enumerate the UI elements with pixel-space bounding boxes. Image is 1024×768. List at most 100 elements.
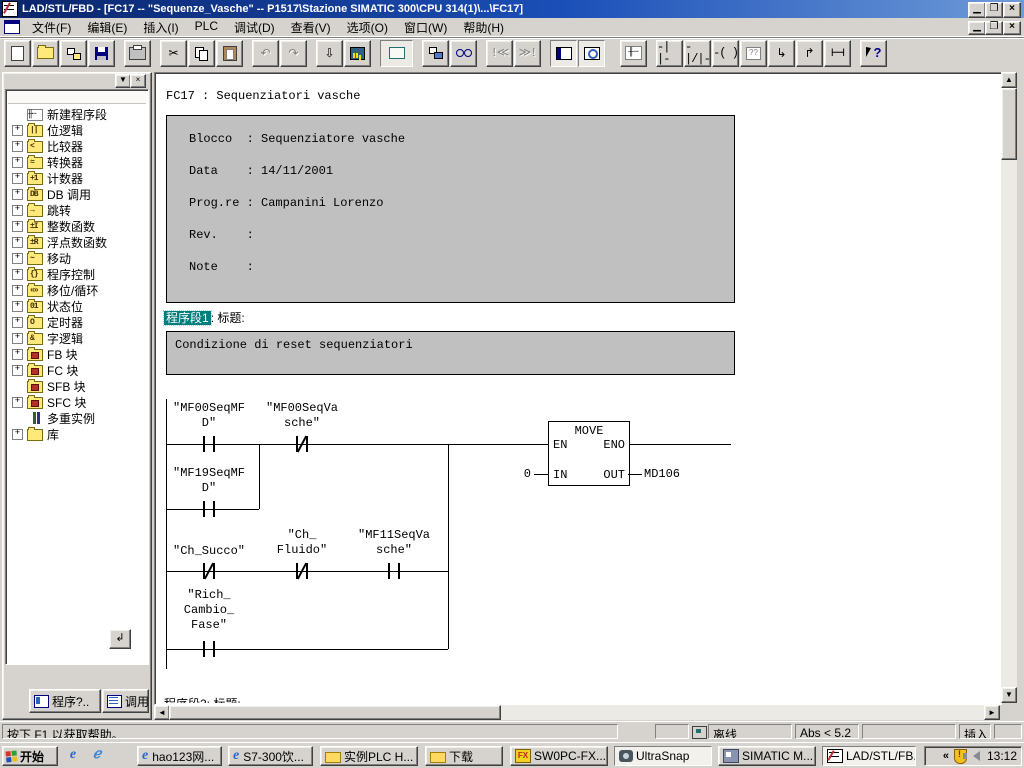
empty-box-button[interactable]: ?? xyxy=(740,40,767,67)
move-in-operand[interactable]: 0 xyxy=(505,467,531,481)
print-button[interactable] xyxy=(124,40,151,67)
tree-item-程序控制[interactable]: +{}程序控制 xyxy=(6,266,148,282)
download-blocks-button[interactable] xyxy=(60,40,87,67)
rail-button[interactable]: ⊢⊣ xyxy=(824,40,851,67)
tree-expand-icon[interactable]: + xyxy=(12,141,23,152)
menu-item-4[interactable]: PLC xyxy=(187,17,226,38)
tree-expand-icon[interactable]: + xyxy=(12,269,23,280)
new-network-button[interactable]: ╫┄ xyxy=(620,40,647,67)
contact-no-button[interactable]: -| |- xyxy=(656,40,683,67)
next-network-clipped[interactable]: 程序段2: 标题: xyxy=(164,695,241,703)
scroll-up-icon[interactable]: ▲ xyxy=(1001,72,1017,88)
quicklaunch-desktop-icon[interactable]: ℯ xyxy=(88,747,106,765)
paste-button[interactable] xyxy=(216,40,243,67)
contact-no-mf00seqmfd[interactable] xyxy=(200,436,218,452)
plc-download-button[interactable]: ⇩ xyxy=(316,40,343,67)
horizontal-scroll-thumb[interactable] xyxy=(169,705,501,720)
quicklaunch-ie-icon[interactable]: e xyxy=(64,747,82,765)
tree-item-移位/循环[interactable]: +«»移位/循环 xyxy=(6,282,148,298)
undo-button[interactable]: ↶ xyxy=(252,40,279,67)
tree-expand-icon[interactable]: + xyxy=(12,285,23,296)
new-button[interactable] xyxy=(4,40,31,67)
cut-button[interactable]: ✂ xyxy=(160,40,187,67)
tree-expand-icon[interactable]: + xyxy=(12,253,23,264)
goto-next-error-button[interactable]: ≫! xyxy=(514,40,541,67)
coil-button[interactable]: -( ) xyxy=(712,40,739,67)
scroll-down-icon[interactable]: ▼ xyxy=(1001,687,1017,703)
menu-item-5[interactable]: 调试(D) xyxy=(226,17,283,38)
window-restore-button[interactable]: ❐ xyxy=(985,2,1003,18)
network-number[interactable]: 程序段1 xyxy=(164,311,211,325)
tree-expand-icon[interactable]: + xyxy=(12,205,23,216)
window-minimize-button[interactable]: ▁ xyxy=(968,2,986,18)
move-box[interactable]: MOVE EN ENO IN OUT xyxy=(548,421,630,486)
contact-label-rich-cambio-fase[interactable]: "Rich_ Cambio_ Fase" xyxy=(184,588,234,633)
tree-expand-icon[interactable]: + xyxy=(12,301,23,312)
contact-label-mf19seqmfd[interactable]: "MF19SeqMF D" xyxy=(173,466,245,496)
tree-item-跳转[interactable]: +→跳转 xyxy=(6,202,148,218)
tree-item-位逻辑[interactable]: +||位逻辑 xyxy=(6,122,148,138)
contact-no-mf11seqvasche[interactable] xyxy=(385,563,403,579)
monitor-variable-button[interactable] xyxy=(344,40,371,67)
tree-expand-icon[interactable]: + xyxy=(12,333,23,344)
tree-item-移动[interactable]: +~移动 xyxy=(6,250,148,266)
tree-item-计数器[interactable]: ++1计数器 xyxy=(6,170,148,186)
tree-item-浮点数函数[interactable]: +±R浮点数函数 xyxy=(6,234,148,250)
taskbar-button-S7-300饮...[interactable]: eS7-300饮... xyxy=(228,746,313,766)
menu-item-2[interactable]: 编辑(E) xyxy=(79,17,135,38)
menu-item-7[interactable]: 选项(O) xyxy=(339,17,396,38)
mdi-child-icon[interactable] xyxy=(4,20,20,34)
scroll-left-icon[interactable]: ◄ xyxy=(154,705,170,720)
taskbar-button-SIMATIC M...[interactable]: SIMATIC M... xyxy=(718,746,816,766)
tree-item-状态位[interactable]: +01状态位 xyxy=(6,298,148,314)
contact-nc-button[interactable]: -|/|- xyxy=(684,40,711,67)
contact-no-rich-cambio-fase[interactable] xyxy=(200,641,218,657)
tree-item-多重实例[interactable]: +多重实例 xyxy=(6,410,148,426)
contact-nc-mf00seqvasche[interactable] xyxy=(293,436,311,452)
tab-call-structure[interactable]: 调用 xyxy=(102,689,149,713)
contact-no-mf19seqmfd[interactable] xyxy=(200,501,218,517)
window-close-button[interactable]: × xyxy=(1003,2,1021,18)
tree-expand-icon[interactable]: + xyxy=(12,221,23,232)
contact-label-ch-succo[interactable]: "Ch_Succo" xyxy=(173,544,245,559)
contact-nc-ch-succo[interactable] xyxy=(200,563,218,579)
taskbar-button-实例PLC H...[interactable]: 实例PLC H... xyxy=(320,746,418,766)
panel-dropdown-icon[interactable]: ▼ xyxy=(115,74,131,88)
overview-toggle[interactable] xyxy=(550,40,577,67)
tree-item-比较器[interactable]: +<比较器 xyxy=(6,138,148,154)
monitor-toggle[interactable] xyxy=(450,40,477,67)
tree-item-DB 调用[interactable]: +DBDB 调用 xyxy=(6,186,148,202)
copy-button[interactable] xyxy=(188,40,215,67)
move-out-operand[interactable]: MD106 xyxy=(644,467,680,481)
block-comment-box[interactable]: Blocco : Sequenziatore vascheData : 14/1… xyxy=(166,115,735,303)
network-header[interactable]: 程序段1: 标题: xyxy=(164,309,245,326)
contact-label-mf00seqvasche[interactable]: "MF00SeqVa sche" xyxy=(266,401,338,431)
title-bar[interactable]: LAD/STL/FBD - [FC17 -- "Sequenze_Vasche"… xyxy=(0,0,1024,18)
close-branch-button[interactable]: ↱ xyxy=(796,40,823,67)
detail-view-toggle[interactable] xyxy=(578,40,605,67)
vertical-scroll-thumb[interactable] xyxy=(1001,88,1017,160)
panel-close-icon[interactable]: × xyxy=(130,74,146,88)
contact-label-mf00seqmfd[interactable]: "MF00SeqMF D" xyxy=(173,401,245,431)
tree-item-SFC 块[interactable]: +SFC 块 xyxy=(6,394,148,410)
tree-item-新建程序段[interactable]: +╫┄新建程序段 xyxy=(6,106,148,122)
help-select-button[interactable] xyxy=(860,40,887,67)
menu-item-1[interactable]: 文件(F) xyxy=(24,17,79,38)
tree-expand-icon[interactable]: + xyxy=(12,429,23,440)
address-locations-button[interactable] xyxy=(422,40,449,67)
menu-item-8[interactable]: 窗口(W) xyxy=(396,17,455,38)
network-comment-box[interactable]: Condizione di reset sequenziatori xyxy=(166,331,735,375)
tree-item-字逻辑[interactable]: +&字逻辑 xyxy=(6,330,148,346)
tree-expand-icon[interactable]: + xyxy=(12,397,23,408)
tree-item-库[interactable]: +库 xyxy=(6,426,148,442)
tree-expand-icon[interactable]: + xyxy=(12,173,23,184)
tree-item-转换器[interactable]: +≈转换器 xyxy=(6,154,148,170)
editor-vertical-scrollbar[interactable]: ▲ ▼ xyxy=(1001,72,1017,703)
contact-label-mf11seqvasche[interactable]: "MF11SeqVa sche" xyxy=(358,528,430,558)
goto-prev-error-button[interactable]: !≪ xyxy=(486,40,513,67)
taskbar-button-UltraSnap[interactable]: UltraSnap xyxy=(614,746,712,766)
volume-icon[interactable] xyxy=(973,751,980,761)
tree-item-FB 块[interactable]: +FB 块 xyxy=(6,346,148,362)
taskbar-button-SW0PC-FX...[interactable]: FXSW0PC-FX... xyxy=(510,746,608,766)
contact-nc-ch-fluido[interactable] xyxy=(293,563,311,579)
